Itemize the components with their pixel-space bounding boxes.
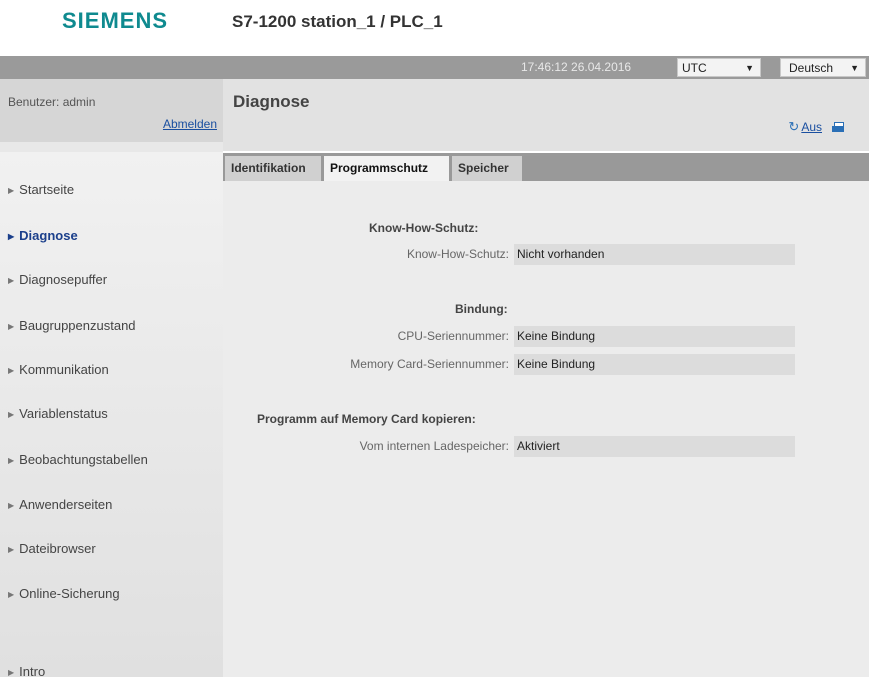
internal-load-memory-value: Aktiviert (514, 436, 795, 457)
triangle-right-icon: ▶ (8, 668, 15, 677)
content-panel: Know-How-Schutz: Know-How-Schutz: Nicht … (223, 181, 869, 677)
sidebar-item-online-sicherung[interactable]: ▶ Online-Sicherung (8, 586, 120, 601)
page-title: Diagnose (233, 92, 310, 111)
sidebar-item-label: Diagnose (19, 228, 78, 243)
triangle-right-icon: ▶ (8, 232, 15, 241)
triangle-right-icon: ▶ (8, 410, 15, 419)
timezone-value: UTC (682, 61, 707, 75)
sidebar-item-dateibrowser[interactable]: ▶ Dateibrowser (8, 541, 96, 556)
print-icon[interactable] (832, 122, 844, 132)
sidebar-item-label: Kommunikation (19, 362, 109, 377)
binding-section-title: Bindung: (455, 302, 508, 316)
logout-link[interactable]: Abmelden (163, 117, 217, 131)
sidebar-item-anwenderseiten[interactable]: ▶ Anwenderseiten (8, 497, 112, 512)
siemens-logo: SIEMENS (62, 8, 169, 33)
page-header: SIEMENS S7-1200 station_1 / PLC_1 (0, 0, 869, 56)
tab-speicher[interactable]: Speicher (452, 156, 522, 181)
know-how-value: Nicht vorhanden (514, 244, 795, 265)
copy-section-title: Programm auf Memory Card kopieren: (257, 412, 476, 426)
clock-readout: 17:46:12 26.04.2016 (521, 60, 632, 74)
triangle-right-icon: ▶ (8, 545, 15, 554)
refresh-icon[interactable]: ↻ (788, 119, 799, 134)
sidebar-item-startseite[interactable]: ▶ Startseite (8, 182, 74, 197)
internal-load-memory-label: Vom internen Ladespeicher: (359, 439, 509, 453)
memory-card-serial-label: Memory Card-Seriennummer: (350, 357, 509, 371)
language-value: Deutsch (789, 61, 834, 75)
tab-programmschutz[interactable]: Programmschutz (324, 156, 449, 181)
timezone-select[interactable]: UTC ▼ (677, 58, 761, 77)
sidebar-nav: ▶ Startseite ▶ Diagnose ▶ Diagnosepuffer ▶ B… (0, 142, 223, 679)
cpu-serial-value: Keine Bindung (514, 326, 795, 347)
sidebar-item-diagnose[interactable]: ▶ Diagnose (8, 228, 78, 243)
auto-refresh-toggle[interactable]: Aus (801, 120, 822, 134)
top-bar: 17:46:12 26.04.2016 UTC ▼ Deutsch ▼ (0, 56, 869, 79)
sidebar-item-label: Startseite (19, 182, 75, 197)
station-title: S7-1200 station_1 / PLC_1 (232, 12, 443, 31)
know-how-section-title: Know-How-Schutz: (369, 221, 479, 235)
sidebar-item-label: Anwenderseiten (19, 497, 113, 512)
triangle-right-icon: ▶ (8, 186, 15, 195)
language-select[interactable]: Deutsch ▼ (780, 58, 866, 77)
sidebar-item-label: Online-Sicherung (19, 586, 120, 601)
sidebar-item-variablenstatus[interactable]: ▶ Variablenstatus (8, 406, 108, 421)
sidebar-item-label: Dateibrowser (19, 541, 96, 556)
know-how-label: Know-How-Schutz: (406, 247, 509, 261)
sidebar-item-label: Variablenstatus (19, 406, 108, 421)
sidebar-item-kommunikation[interactable]: ▶ Kommunikation (8, 362, 109, 377)
triangle-right-icon: ▶ (8, 456, 15, 465)
sidebar-item-label: Diagnosepuffer (19, 272, 108, 287)
page-title-bar: Diagnose ↻ Aus (223, 79, 869, 151)
triangle-right-icon: ▶ (8, 590, 15, 599)
triangle-right-icon: ▶ (8, 501, 15, 510)
sidebar-item-baugruppenzustand[interactable]: ▶ Baugruppenzustand (8, 318, 136, 333)
cpu-serial-label: CPU-Seriennummer: (397, 329, 509, 343)
sidebar-item-diagnosepuffer[interactable]: ▶ Diagnosepuffer (8, 272, 107, 287)
memory-card-serial-value: Keine Bindung (514, 354, 795, 375)
user-panel: Benutzer: admin Abmelden (0, 79, 223, 142)
sidebar-item-label: Beobachtungstabellen (19, 452, 148, 467)
tab-identifikation[interactable]: Identifikation (225, 156, 321, 181)
dropdown-arrow-icon: ▼ (745, 63, 754, 73)
tab-bar: Identifikation Programmschutz Speicher (223, 153, 869, 181)
triangle-right-icon: ▶ (8, 276, 15, 285)
sidebar-item-label: Baugruppenzustand (19, 318, 136, 333)
triangle-right-icon: ▶ (8, 366, 15, 375)
sidebar-item-beobachtungstabellen[interactable]: ▶ Beobachtungstabellen (8, 452, 148, 467)
triangle-right-icon: ▶ (8, 322, 15, 331)
user-label: Benutzer: admin (8, 95, 96, 109)
dropdown-arrow-icon: ▼ (850, 63, 859, 73)
page-tools: ↻ Aus (788, 119, 844, 135)
